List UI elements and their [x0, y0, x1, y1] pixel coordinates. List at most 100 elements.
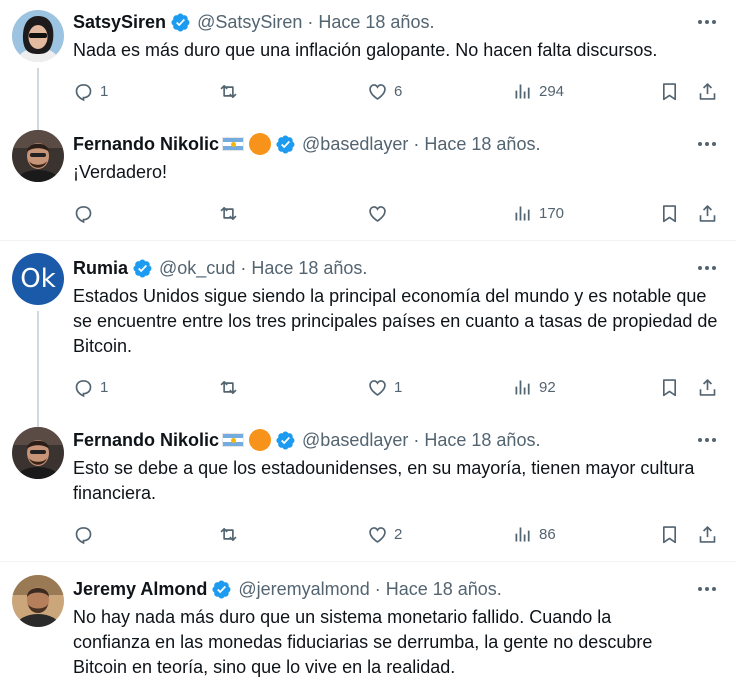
thread-connector: [37, 311, 39, 427]
retweet-icon: [218, 377, 239, 398]
more-icon[interactable]: [696, 429, 718, 451]
retweet-button[interactable]: [218, 521, 239, 547]
replies-timeline: SatsySiren @SatsySiren · Hace 18 años. N…: [0, 0, 736, 685]
views-icon: [512, 377, 533, 398]
action-bar: 1 6 294: [73, 78, 723, 104]
like-icon: [367, 203, 388, 224]
argentina-flag-icon: [222, 433, 245, 447]
retweet-button[interactable]: [218, 374, 239, 400]
views-count: 294: [539, 82, 565, 100]
reply-button[interactable]: [73, 200, 94, 226]
display-name[interactable]: Fernando Nikolic: [73, 134, 219, 155]
timestamp[interactable]: Hace 18 años.: [251, 258, 367, 279]
argentina-flag-icon: [222, 137, 245, 151]
more-icon[interactable]: [696, 257, 718, 279]
views-count: 170: [539, 204, 565, 222]
like-icon: [367, 81, 388, 102]
tweet-fernando-nikolic-2[interactable]: Fernando Nikolic @basedlayer · Hace 18 a…: [0, 415, 736, 560]
bitcoin-orange-dot-icon: [249, 133, 272, 155]
views-count: 92: [539, 378, 556, 396]
timestamp[interactable]: Hace 18 años.: [424, 430, 540, 451]
avatar[interactable]: Ok: [12, 253, 64, 305]
separator-dot: ·: [307, 11, 314, 32]
tweet-header: Fernando Nikolic @basedlayer · Hace 18 a…: [73, 132, 540, 156]
retweet-button[interactable]: [218, 78, 239, 104]
like-button[interactable]: 2: [367, 521, 402, 547]
reply-button[interactable]: 1: [73, 78, 108, 104]
retweet-button[interactable]: [218, 200, 239, 226]
separator-dot: ·: [374, 578, 381, 599]
views-button[interactable]: 92: [512, 374, 556, 400]
verified-badge-icon: [170, 12, 191, 33]
tweet-header: SatsySiren @SatsySiren · Hace 18 años.: [73, 10, 434, 34]
action-bar: 170: [73, 200, 723, 226]
reply-button[interactable]: 1: [73, 374, 108, 400]
share-icon: [697, 81, 718, 102]
share-icon: [697, 377, 718, 398]
share-button[interactable]: [697, 521, 718, 547]
views-button[interactable]: 170: [512, 200, 564, 226]
more-icon[interactable]: [696, 133, 718, 155]
bookmark-button[interactable]: [659, 200, 680, 226]
tweet-text: Estados Unidos sigue siendo la principal…: [73, 286, 718, 356]
tweet-jeremy-almond[interactable]: Jeremy Almond @jeremyalmond · Hace 18 añ…: [0, 562, 736, 685]
reply-button[interactable]: [73, 521, 94, 547]
avatar[interactable]: [12, 427, 64, 479]
action-bar: 1 1 92: [73, 374, 723, 400]
display-name[interactable]: SatsySiren: [73, 12, 166, 33]
reply-count: 1: [100, 378, 109, 396]
handle[interactable]: @jeremyalmond: [238, 579, 369, 600]
reply-icon: [73, 377, 94, 398]
like-button[interactable]: 1: [367, 374, 402, 400]
bookmark-button[interactable]: [659, 374, 680, 400]
avatar[interactable]: [12, 130, 64, 182]
display-name[interactable]: Jeremy Almond: [73, 579, 207, 600]
tweet-text: Nada es más duro que una inflación galop…: [73, 40, 658, 60]
bitcoin-orange-dot-icon: [249, 429, 272, 451]
timestamp[interactable]: Hace 18 años.: [318, 12, 434, 33]
reply-count: 1: [100, 82, 109, 100]
handle[interactable]: @basedlayer: [302, 430, 408, 451]
share-button[interactable]: [697, 78, 718, 104]
avatar[interactable]: [12, 575, 64, 627]
views-icon: [512, 81, 533, 102]
handle[interactable]: @SatsySiren: [197, 12, 302, 33]
like-count: 2: [394, 525, 403, 543]
handle[interactable]: @ok_cud: [159, 258, 235, 279]
reply-icon: [73, 81, 94, 102]
tweet-rumia[interactable]: Ok Rumia @ok_cud · Hace 18 años. Estados…: [0, 241, 736, 427]
views-button[interactable]: 86: [512, 521, 556, 547]
action-bar: 2 86: [73, 521, 723, 547]
tweet-text: No hay nada más duro que un sistema mone…: [73, 607, 653, 677]
like-button[interactable]: [367, 200, 388, 226]
like-icon: [367, 377, 388, 398]
tweet-header: Rumia @ok_cud · Hace 18 años.: [73, 256, 367, 280]
display-name[interactable]: Fernando Nikolic: [73, 430, 219, 451]
like-count: 6: [394, 82, 403, 100]
avatar-text: Ok: [20, 264, 56, 294]
verified-badge-icon: [211, 579, 232, 600]
like-count: 1: [394, 378, 403, 396]
bookmark-icon: [659, 81, 680, 102]
handle[interactable]: @basedlayer: [302, 134, 408, 155]
share-icon: [697, 524, 718, 545]
like-icon: [367, 524, 388, 545]
more-icon[interactable]: [696, 11, 718, 33]
verified-badge-icon: [275, 430, 296, 451]
display-name[interactable]: Rumia: [73, 258, 128, 279]
more-icon[interactable]: [696, 578, 718, 600]
like-button[interactable]: 6: [367, 78, 402, 104]
share-button[interactable]: [697, 374, 718, 400]
views-button[interactable]: 294: [512, 78, 564, 104]
share-button[interactable]: [697, 200, 718, 226]
tweet-fernando-nikolic[interactable]: Fernando Nikolic @basedlayer · Hace 18 a…: [0, 122, 736, 240]
avatar[interactable]: [12, 10, 64, 62]
separator-dot: ·: [413, 133, 420, 154]
bookmark-button[interactable]: [659, 521, 680, 547]
timestamp[interactable]: Hace 18 años.: [386, 579, 502, 600]
retweet-icon: [218, 524, 239, 545]
tweet-satsysiren[interactable]: SatsySiren @SatsySiren · Hace 18 años. N…: [0, 0, 736, 130]
bookmark-button[interactable]: [659, 78, 680, 104]
tweet-header: Jeremy Almond @jeremyalmond · Hace 18 añ…: [73, 577, 502, 601]
timestamp[interactable]: Hace 18 años.: [424, 134, 540, 155]
